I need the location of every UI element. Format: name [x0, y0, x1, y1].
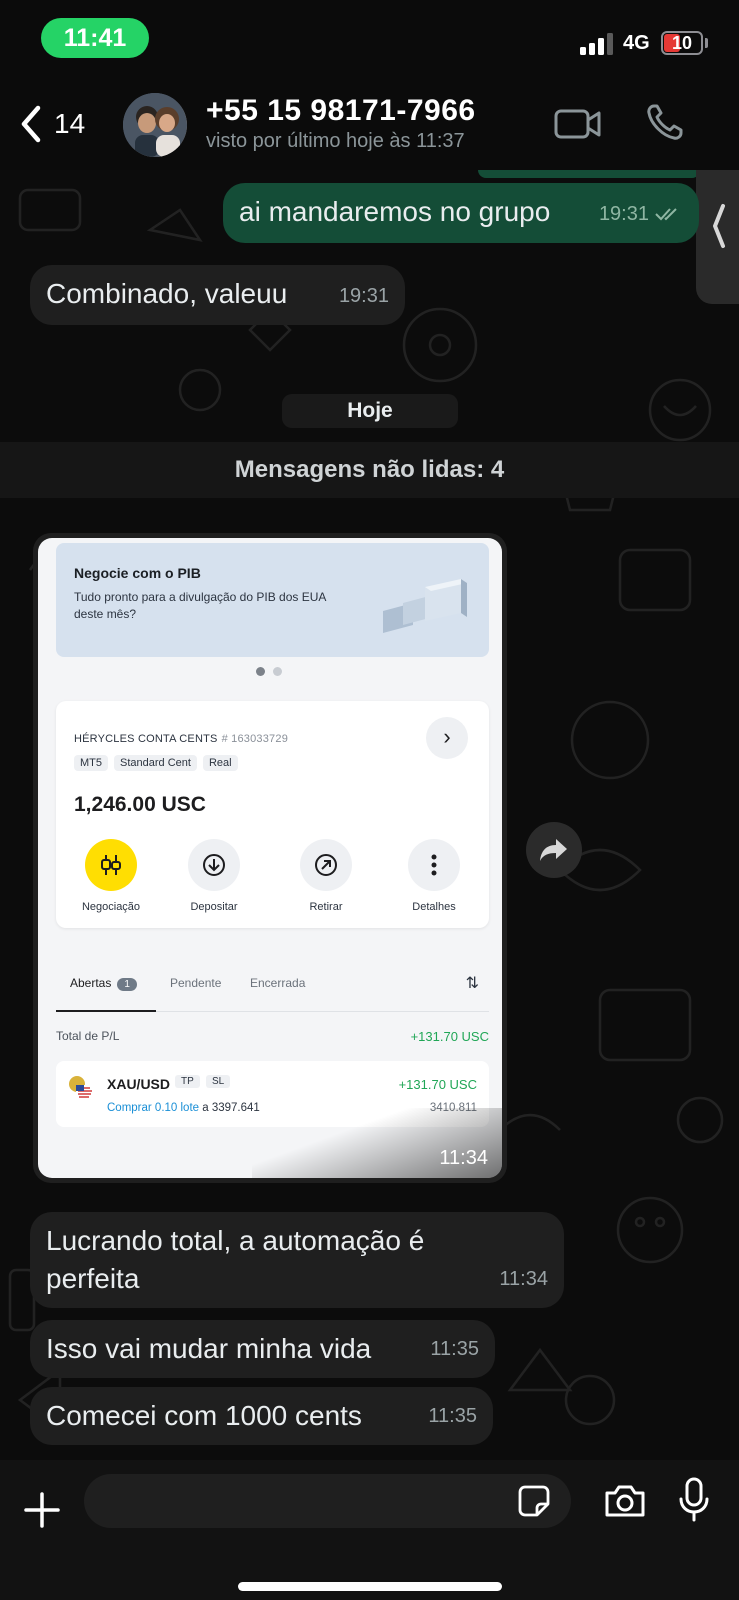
status-time[interactable]: 11:41 [41, 18, 149, 58]
position-detail: Comprar 0.10 lote a 3397.641 [107, 1102, 260, 1114]
message-text: Isso vai mudar minha vida [46, 1333, 372, 1364]
total-pl-label: Total de P/L [56, 1029, 120, 1043]
message-received[interactable]: Lucrando total, a automação é perfeita 1… [30, 1212, 564, 1308]
composer-bar [0, 1460, 739, 1600]
chat-area[interactable]: ai mandaremos no grupo 19:31 Combinado, … [0, 170, 739, 1460]
action-withdraw: Retirar [271, 839, 381, 913]
message-time: 19:31 [338, 285, 389, 307]
arrow-up-right-circle-icon [315, 854, 337, 876]
signal-icon [580, 31, 616, 55]
chat-header: 14 +55 15 98171-7966 visto por último ho… [0, 80, 739, 170]
voice-message-button[interactable] [677, 1477, 711, 1523]
camera-icon [605, 1485, 645, 1517]
download-circle-icon [203, 854, 225, 876]
chevron-left-icon [713, 204, 725, 248]
gold-usd-flag-icon [69, 1076, 92, 1099]
tab-pending: Pendente [170, 976, 222, 990]
chevron-left-icon [21, 105, 41, 143]
battery-level: 10 [671, 33, 693, 53]
avatar[interactable] [123, 93, 187, 157]
contact-name[interactable]: +55 15 98171-7966 [206, 94, 476, 128]
sort-icon: ⇅ [465, 975, 479, 992]
back-button[interactable]: 14 [18, 102, 85, 146]
plus-icon [24, 1492, 60, 1528]
message-text: Comecei com 1000 cents [46, 1400, 362, 1431]
account-name: HÉRYCLES CONTA CENTS # 163033729 [74, 733, 289, 745]
avatar-photo [123, 93, 187, 157]
message-text: Lucrando total, a automação é perfeita [46, 1225, 425, 1294]
battery-icon: 10 [661, 31, 703, 55]
message-sent[interactable]: ai mandaremos no grupo 19:31 [223, 183, 699, 243]
tab-underline [56, 1010, 156, 1012]
sticker-icon [518, 1485, 550, 1517]
status-bar: 11:41 4G 10 [0, 0, 739, 80]
message-time: 11:34 [439, 1147, 488, 1169]
video-call-icon [554, 109, 601, 139]
date-separator: Hoje [282, 394, 458, 428]
trade-tabs: Abertas 1 Pendente Encerrada ⇅ [56, 968, 489, 1012]
double-check-icon [655, 208, 677, 221]
action-trade: Negociação [56, 839, 166, 913]
promo-title: Negocie com o PIB [74, 565, 201, 581]
camera-button[interactable] [603, 1483, 647, 1519]
total-pl-row: Total de P/L +131.70 USC [56, 1029, 489, 1044]
phone-icon [647, 104, 683, 140]
more-vertical-icon [431, 854, 437, 876]
tab-open: Abertas 1 [70, 976, 137, 991]
network-type: 4G [623, 32, 650, 54]
message-text: Combinado, valeuu [46, 278, 288, 309]
contact-last-seen: visto por último hoje às 11:37 [206, 130, 465, 152]
account-balance: 1,246.00 USC [74, 793, 206, 816]
forward-icon [540, 839, 567, 861]
account-tags: MT5 Standard Cent Real [74, 755, 238, 771]
previous-message-edge [478, 170, 700, 178]
message-time: 19:31 [598, 203, 649, 225]
account-card: HÉRYCLES CONTA CENTS # 163033729 › MT5 St… [56, 701, 489, 928]
action-details: Detalhes [379, 839, 489, 913]
voice-call-button[interactable] [645, 102, 685, 142]
message-time: 11:35 [428, 1405, 477, 1427]
microphone-icon [679, 1477, 709, 1522]
candlestick-icon [101, 855, 121, 875]
total-pl-value: +131.70 USC [410, 1029, 489, 1044]
account-actions: Negociação Depositar Retirar Detalhes [56, 839, 489, 919]
promo-text: Tudo pronto para a divulgação do PIB dos… [74, 590, 326, 621]
chevron-right-icon: › [426, 717, 468, 759]
message-received[interactable]: Comecei com 1000 cents 11:35 [30, 1387, 493, 1445]
tab-closed: Encerrada [250, 976, 306, 990]
position-profit: +131.70 USC [398, 1077, 477, 1092]
stairs-icon [383, 579, 467, 633]
carousel-dots [256, 667, 282, 676]
sl-tag: SL [206, 1075, 231, 1088]
sticker-button[interactable] [517, 1484, 551, 1518]
message-input[interactable] [84, 1474, 571, 1528]
message-text: ai mandaremos no grupo [239, 196, 551, 227]
unread-messages-banner: Mensagens não lidas: 4 [0, 442, 739, 498]
home-indicator[interactable] [238, 1582, 502, 1591]
image-message[interactable]: Negocie com o PIB Tudo pronto para a div… [33, 533, 507, 1183]
message-received[interactable]: Isso vai mudar minha vida 11:35 [30, 1320, 495, 1378]
tp-tag: TP [175, 1075, 200, 1088]
message-received[interactable]: Combinado, valeuu 19:31 [30, 265, 405, 325]
attach-button[interactable] [22, 1490, 62, 1530]
side-panel-handle[interactable] [696, 170, 739, 304]
unread-chats-count: 14 [54, 108, 86, 139]
promo-banner: Negocie com o PIB Tudo pronto para a div… [56, 543, 489, 657]
forward-button[interactable] [526, 822, 582, 878]
message-time: 11:35 [430, 1338, 479, 1360]
position-symbol: XAU/USD [107, 1076, 171, 1092]
image-attachment[interactable]: Negocie com o PIB Tudo pronto para a div… [38, 538, 502, 1178]
action-deposit: Depositar [159, 839, 269, 913]
message-time: 11:34 [499, 1268, 548, 1290]
battery-cap [705, 38, 708, 48]
video-call-button[interactable] [554, 106, 602, 142]
